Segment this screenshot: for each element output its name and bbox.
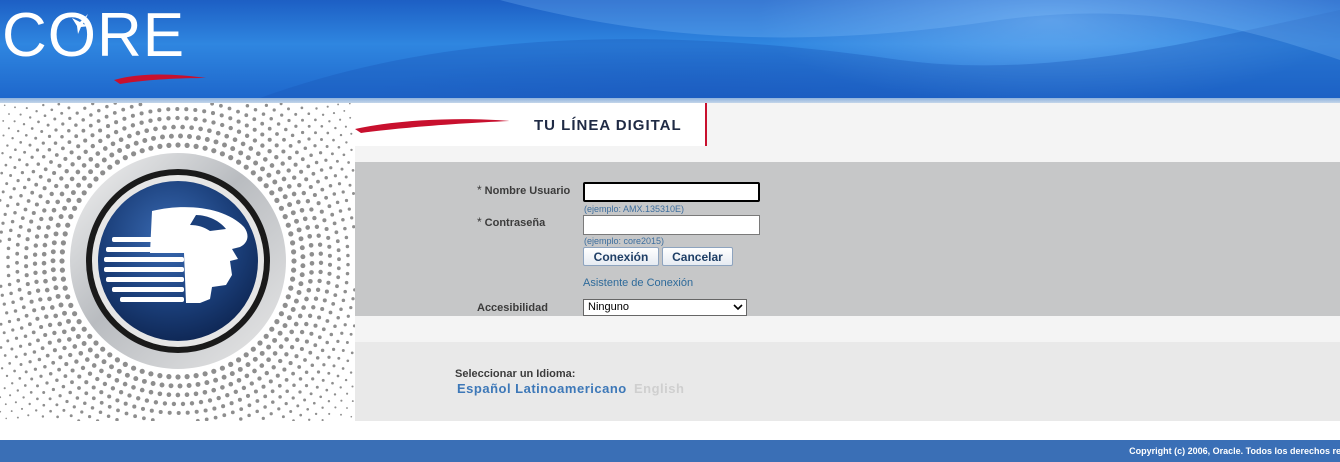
- tagline-bar: TU LÍNEA DIGITAL: [355, 103, 1340, 146]
- accessibility-label: Accesibilidad: [477, 302, 548, 314]
- tagline-swoosh-icon: [355, 119, 510, 133]
- cancel-button[interactable]: Cancelar: [662, 247, 733, 266]
- username-hint: (ejemplo: AMX.135310E): [584, 204, 685, 214]
- copyright-text: Copyright (c) 2006, Oracle. Todos los de…: [1129, 446, 1340, 456]
- language-title: Seleccionar un Idioma:: [455, 368, 576, 380]
- language-selector: Seleccionar un Idioma: Español Latinoame…: [355, 342, 1340, 421]
- tagline-text: TU LÍNEA DIGITAL: [534, 117, 682, 134]
- password-label-text: Contraseña: [484, 217, 546, 229]
- password-hint: (ejemplo: core2015): [584, 236, 665, 246]
- core-logo: CORE: [2, 1, 212, 90]
- required-mark: *: [477, 215, 482, 229]
- spacer: [355, 146, 1340, 162]
- username-input[interactable]: [583, 182, 760, 202]
- username-label: * Nombre Usuario: [477, 183, 570, 197]
- accessibility-selected: Ninguno: [588, 301, 629, 313]
- accessibility-select[interactable]: Ninguno: [583, 299, 747, 316]
- language-option-spanish[interactable]: Español Latinoamericano: [457, 381, 627, 396]
- spacer: [355, 316, 1340, 342]
- username-label-text: Nombre Usuario: [484, 185, 571, 197]
- aeromexico-eagle-emblem: [0, 103, 355, 421]
- logo-swoosh-icon: [72, 14, 206, 84]
- connection-assistant-link[interactable]: Asistente de Conexión: [583, 277, 693, 289]
- footer-bar: Copyright (c) 2006, Oracle. Todos los de…: [0, 440, 1340, 462]
- emblem-panel: [0, 103, 355, 421]
- language-option-english: English: [634, 381, 685, 396]
- tagline-panel: TU LÍNEA DIGITAL: [355, 103, 707, 146]
- password-input[interactable]: [583, 215, 760, 235]
- required-mark: *: [477, 183, 482, 197]
- password-label: * Contraseña: [477, 215, 545, 229]
- login-form: * Nombre Usuario (ejemplo: AMX.135310E) *…: [355, 162, 1340, 316]
- connect-button[interactable]: Conexión: [583, 247, 659, 266]
- footer-spacer: [0, 421, 1340, 440]
- header-banner: CORE: [0, 0, 1340, 98]
